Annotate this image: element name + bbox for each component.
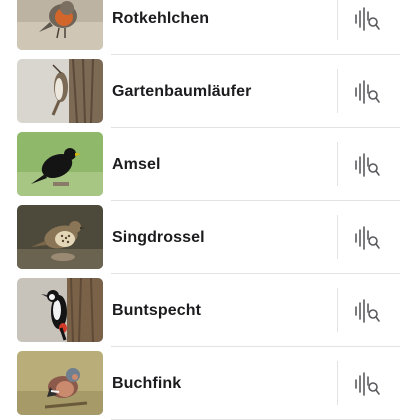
bird-list: Rotkehlchen Gartenbaumläufer Amsel Singd… — [0, 0, 400, 420]
bird-name: Buchfink — [112, 374, 182, 392]
divider — [337, 142, 338, 186]
list-item[interactable]: Rotkehlchen — [0, 0, 400, 55]
waveform-search-button[interactable] — [350, 150, 384, 180]
list-item[interactable]: Buchfink — [0, 347, 400, 420]
list-item[interactable]: Amsel — [0, 128, 400, 201]
bird-photo — [17, 205, 103, 269]
divider — [337, 0, 338, 40]
bird-photo — [17, 59, 103, 123]
waveform-search-button[interactable] — [350, 369, 384, 399]
bird-name: Gartenbaumläufer — [112, 82, 252, 100]
waveform-search-icon — [355, 226, 380, 250]
waveform-search-button[interactable] — [350, 4, 384, 34]
list-item[interactable]: Buntspecht — [0, 274, 400, 347]
waveform-search-icon — [355, 80, 380, 104]
waveform-search-icon — [355, 299, 380, 323]
waveform-search-icon — [355, 372, 380, 396]
bird-photo — [17, 278, 103, 342]
waveform-search-icon — [355, 153, 380, 177]
list-item[interactable]: Singdrossel — [0, 201, 400, 274]
bird-name: Buntspecht — [112, 301, 201, 319]
divider — [337, 361, 338, 405]
divider — [337, 215, 338, 259]
waveform-search-button[interactable] — [350, 296, 384, 326]
waveform-search-button[interactable] — [350, 223, 384, 253]
waveform-search-icon — [355, 7, 380, 31]
divider — [337, 288, 338, 332]
waveform-search-button[interactable] — [350, 77, 384, 107]
bird-photo — [17, 0, 103, 50]
bird-name: Amsel — [112, 155, 161, 173]
bird-photo — [17, 132, 103, 196]
bird-name: Rotkehlchen — [112, 9, 210, 27]
list-item[interactable]: Gartenbaumläufer — [0, 55, 400, 128]
divider — [337, 69, 338, 113]
bird-name: Singdrossel — [112, 228, 205, 246]
bird-photo — [17, 351, 103, 415]
